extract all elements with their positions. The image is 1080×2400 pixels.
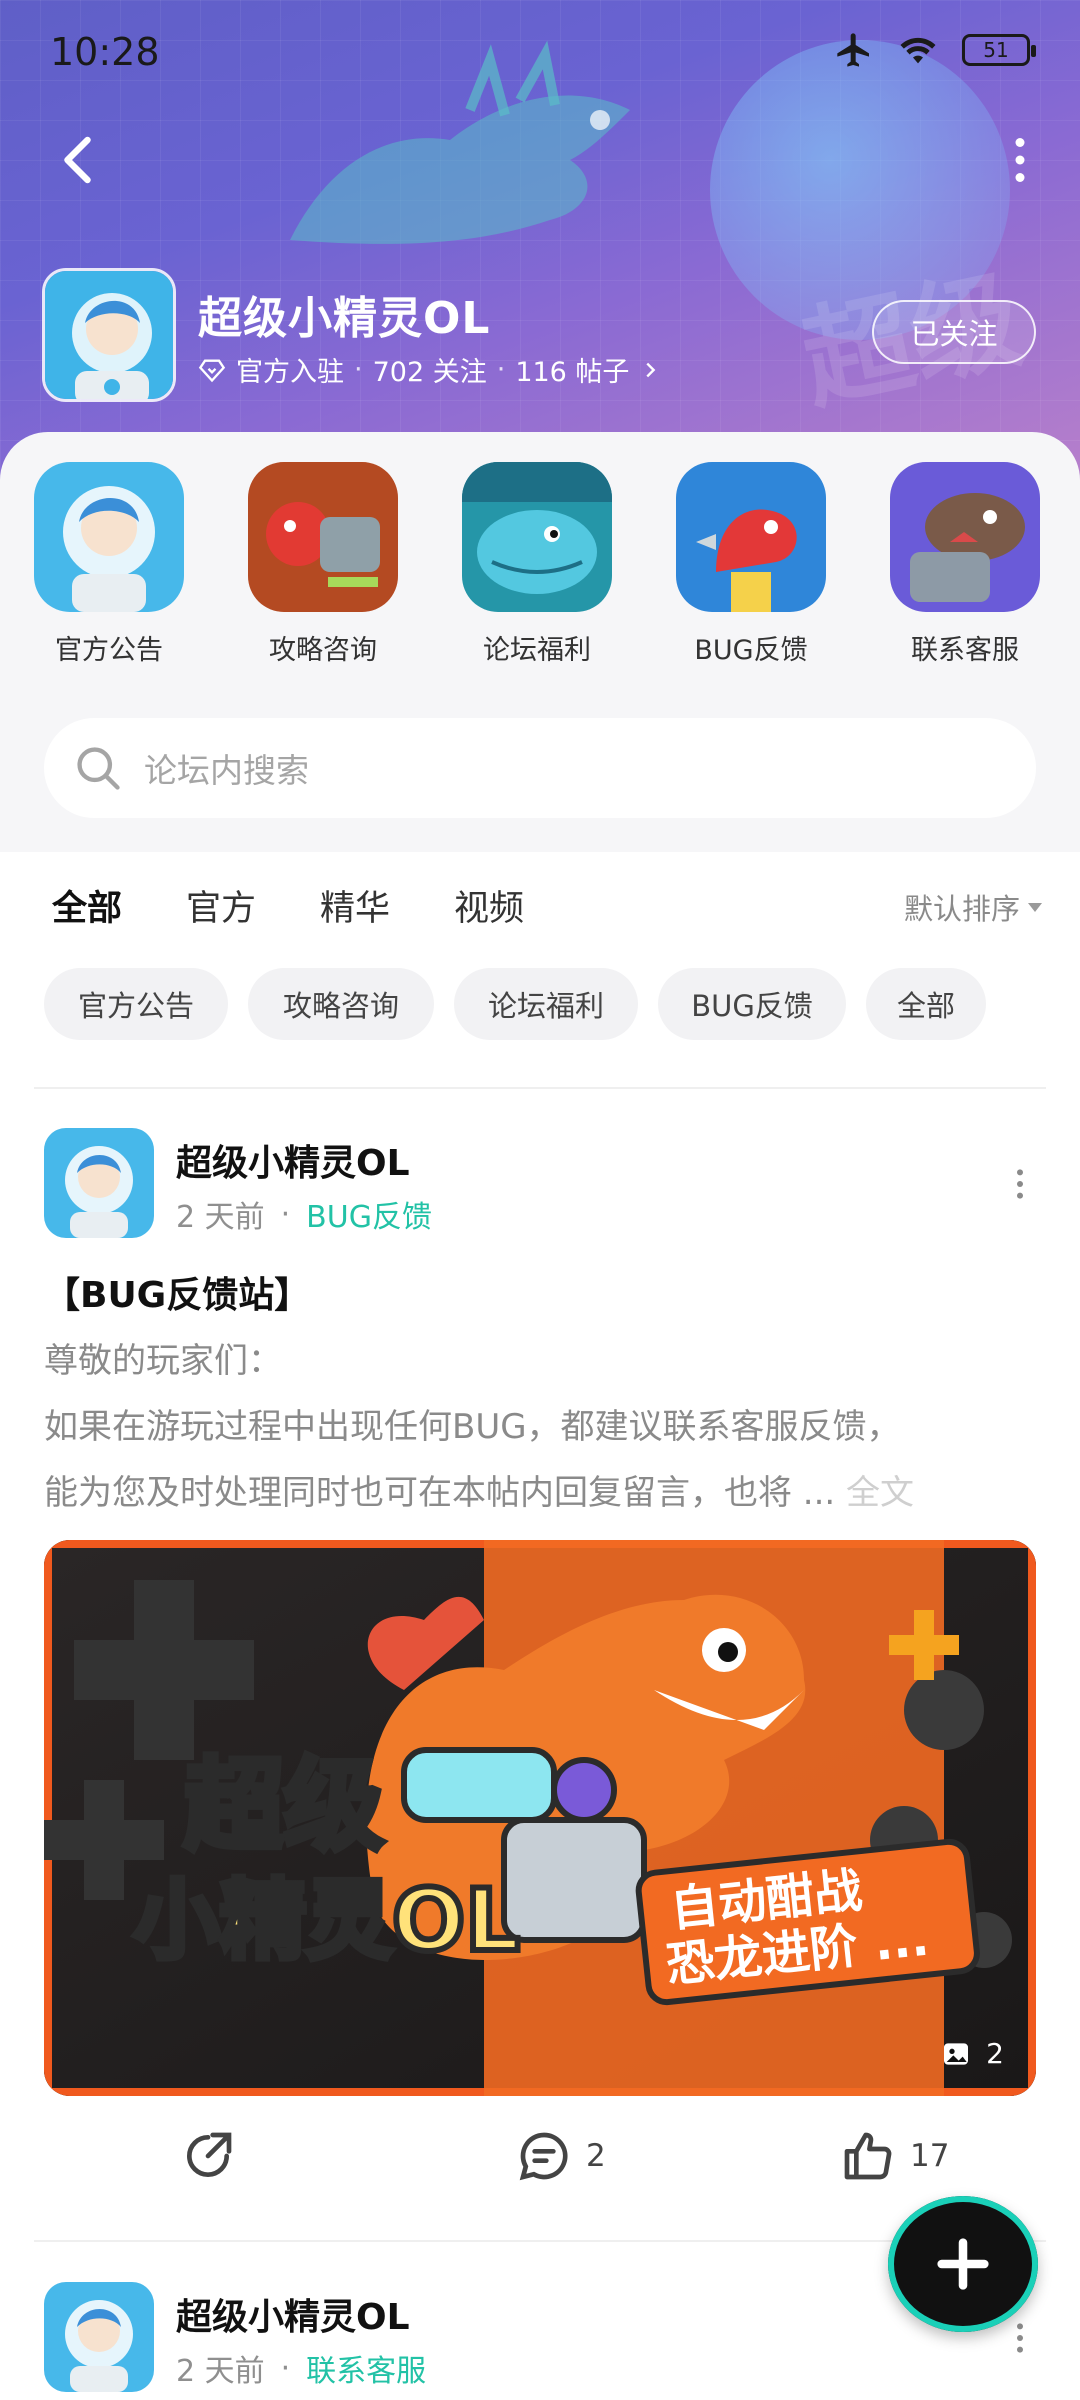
board-thumbnail [34, 462, 184, 612]
create-post-button[interactable] [888, 2196, 1038, 2332]
forum-header: 超级 10:28 51 超级小精灵OL 官方入驻 · 702 关注 · 116 … [0, 0, 1080, 480]
post-time: 2 天前 [176, 1200, 265, 1235]
forum-title: 超级小精灵OL [198, 293, 491, 344]
post-author-avatar[interactable] [44, 2282, 154, 2392]
tab-video[interactable]: 视频 [454, 880, 524, 931]
chip-official-notice[interactable]: 官方公告 [44, 968, 228, 1040]
post-image-artwork: 超级 小精灵OL 自动酣战 恐龙进阶 ... [44, 1540, 1036, 2096]
meta-separator: · [280, 2350, 291, 2386]
post-body-line: 如果在游玩过程中出现任何BUG，都建议联系客服反馈， [44, 1407, 901, 1447]
board-item-welfare[interactable]: 论坛福利 [452, 462, 622, 667]
post-body-line-last: 能为您及时处理同时也可在本帖内回复留言，也将 ... 全文 [44, 1460, 1034, 1526]
board-panel: 官方公告 攻略咨询 论坛福利 BUG反馈 联系客服 论坛内搜索 [0, 432, 1080, 852]
posts-count: 116 帖子 [515, 357, 630, 388]
post-time: 2 天前 [176, 2354, 265, 2389]
board-item-bug-report[interactable]: BUG反馈 [666, 462, 836, 667]
sort-dropdown[interactable]: 默认排序 [904, 886, 1042, 928]
post-meta: 2 天前 · BUG反馈 [176, 1192, 432, 1236]
board-item-customer-service[interactable]: 联系客服 [880, 462, 1050, 667]
more-vertical-icon[interactable] [1000, 2318, 1040, 2358]
share-icon [180, 2128, 236, 2184]
status-icons: 51 [834, 30, 1036, 70]
comment-count: 2 [586, 2138, 606, 2174]
status-time: 10:28 [50, 30, 160, 74]
post-meta: 2 天前 · 联系客服 [176, 2346, 426, 2390]
board-thumbnail [890, 462, 1040, 612]
artwork-title-line-1: 超级 [184, 1747, 384, 1864]
filter-chips: 官方公告 攻略咨询 论坛福利 BUG反馈 全部 [0, 968, 1080, 1048]
image-gallery-icon [940, 2038, 972, 2070]
followers-count: 702 关注 [372, 357, 487, 388]
post-actions: 2 17 [0, 2128, 1080, 2208]
board-label: 官方公告 [55, 635, 163, 666]
meta-separator: · [280, 1196, 291, 1232]
board-label: 联系客服 [911, 635, 1019, 666]
post-author-avatar[interactable] [44, 1128, 154, 1238]
like-button[interactable]: 17 [840, 2128, 949, 2184]
more-vertical-icon[interactable] [1000, 1164, 1040, 1204]
image-count: 2 [986, 2037, 1004, 2070]
verified-diamond-icon [198, 356, 226, 384]
battery-indicator: 51 [962, 34, 1036, 66]
comment-button[interactable]: 2 [516, 2128, 606, 2184]
post-title: 【BUG反馈站】 [44, 1275, 311, 1316]
artwork-title-line-2: 小精灵OL [134, 1871, 520, 1971]
follow-button[interactable]: 已关注 [872, 300, 1036, 364]
tab-official[interactable]: 官方 [186, 880, 256, 931]
verified-label: 官方入驻 [236, 357, 344, 388]
board-label: BUG反馈 [694, 635, 808, 666]
chevron-right-icon [639, 359, 661, 381]
post-body-line: 尊敬的玩家们： [44, 1341, 282, 1381]
wifi-icon [896, 30, 940, 70]
image-count-badge: 2 [940, 2037, 1004, 2070]
tab-all[interactable]: 全部 [52, 880, 123, 935]
airplane-mode-icon [834, 30, 874, 70]
post-board-tag[interactable]: BUG反馈 [306, 1192, 432, 1236]
board-label: 论坛福利 [483, 635, 591, 666]
post-body-text: 能为您及时处理同时也可在本帖内回复留言，也将 ... [44, 1473, 836, 1513]
board-item-strategy[interactable]: 攻略咨询 [238, 462, 408, 667]
sort-label: 默认排序 [903, 892, 1020, 926]
meta-separator: · [496, 354, 506, 385]
tab-featured[interactable]: 精华 [320, 880, 390, 931]
board-thumbnail [676, 462, 826, 612]
plus-icon [931, 2232, 995, 2296]
meta-separator: · [354, 354, 363, 385]
board-label: 攻略咨询 [269, 635, 377, 666]
forum-search-bar[interactable]: 论坛内搜索 [44, 718, 1036, 818]
thumbs-up-icon [840, 2128, 896, 2184]
post-author-name[interactable]: 超级小精灵OL [176, 2288, 410, 2340]
chip-all[interactable]: 全部 [866, 968, 986, 1040]
divider [34, 1087, 1046, 1089]
status-bar: 10:28 51 [0, 0, 1080, 110]
forum-avatar [42, 268, 176, 402]
comment-icon [516, 2128, 572, 2184]
chip-welfare[interactable]: 论坛福利 [454, 968, 638, 1040]
board-thumbnail [462, 462, 612, 612]
chip-bug-report[interactable]: BUG反馈 [658, 968, 846, 1040]
chip-strategy[interactable]: 攻略咨询 [248, 968, 434, 1040]
like-count: 17 [910, 2138, 950, 2174]
back-arrow-icon[interactable] [50, 130, 110, 190]
board-list: 官方公告 攻略咨询 论坛福利 BUG反馈 联系客服 [0, 462, 1080, 692]
search-placeholder: 论坛内搜索 [144, 751, 309, 790]
post-board-tag[interactable]: 联系客服 [306, 2346, 426, 2390]
forum-meta[interactable]: 官方入驻 · 702 关注 · 116 帖子 [198, 350, 661, 389]
share-button[interactable] [180, 2128, 236, 2184]
search-icon [72, 742, 124, 794]
board-item-official-notice[interactable]: 官方公告 [24, 462, 194, 667]
post-tabs: 全部 官方 精华 视频 默认排序 [0, 852, 1080, 962]
read-full-link[interactable]: 全文 [846, 1473, 914, 1513]
more-vertical-icon[interactable] [990, 130, 1050, 190]
post-image[interactable]: 超级 小精灵OL 自动酣战 恐龙进阶 ... 2 [44, 1540, 1036, 2096]
caret-down-icon [1028, 902, 1042, 912]
board-thumbnail [248, 462, 398, 612]
post-author-name[interactable]: 超级小精灵OL [176, 1134, 410, 1186]
